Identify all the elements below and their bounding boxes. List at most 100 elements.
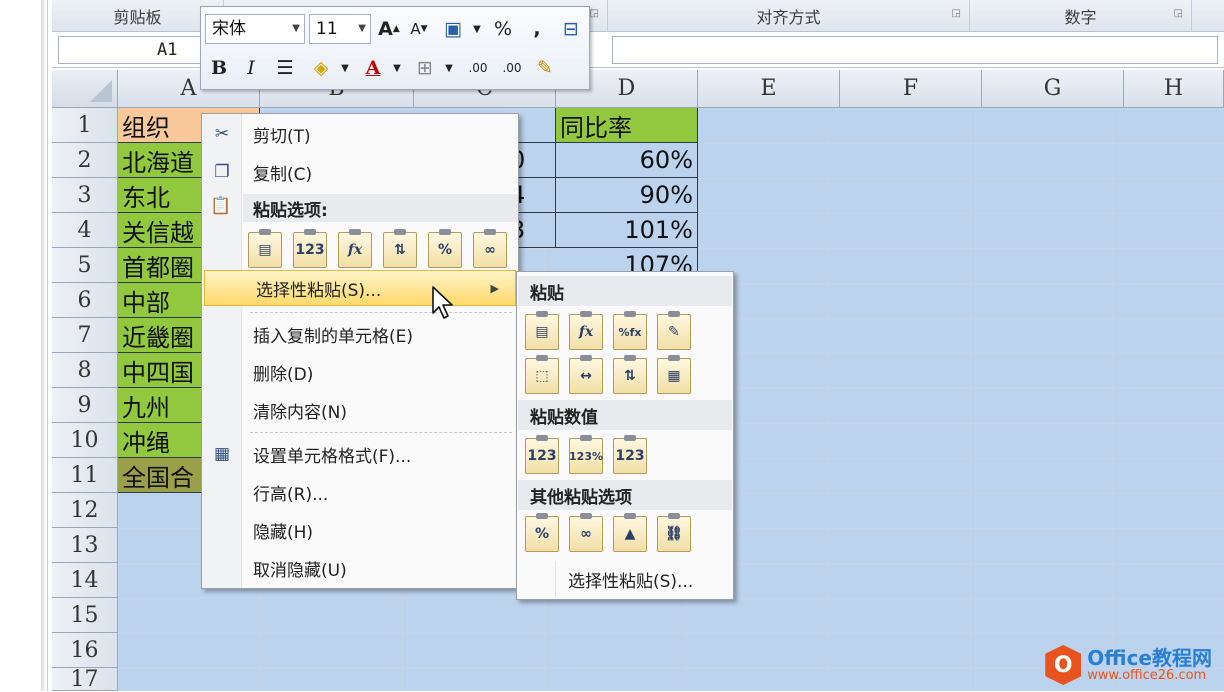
row-header[interactable]: 7 [52,318,118,353]
decrease-decimal-button[interactable]: .00 [497,53,527,83]
menu-item-clear-contents[interactable]: 清除内容(N) [202,392,518,428]
row-header[interactable]: 16 [52,633,118,668]
paste-formatting-button[interactable]: % [428,229,462,268]
menu-item-row-height-label: 行高(R)... [253,484,329,505]
paste-formulas-button[interactable]: fx [338,229,372,268]
chevron-down-icon[interactable]: ▼ [463,14,491,44]
italic-button[interactable]: I [237,53,265,83]
cell-d3[interactable]: 90% [556,178,698,213]
dialog-launcher-icon[interactable]: ◲ [1174,8,1183,19]
menu-separator [250,432,512,433]
paste-formulas-button[interactable]: fx [569,311,603,350]
submenu-other-header: 其他粘贴选项 [518,480,732,510]
row-header[interactable]: 10 [52,423,118,458]
ribbon-group-number[interactable]: 数字 ◲ [970,0,1192,31]
menu-item-delete[interactable]: 删除(D) [202,354,518,390]
menu-item-delete-label: 删除(D) [253,364,314,385]
format-painter-button[interactable]: ✎ [531,53,559,83]
mouse-pointer-icon [432,286,453,319]
column-header-f[interactable]: F [840,70,982,108]
menu-item-hide-label: 隐藏(H) [253,522,314,543]
select-all-button[interactable] [52,70,118,108]
formula-input[interactable] [612,36,1218,64]
submenu-paste-special-item[interactable]: 选择性粘贴(S)... [555,561,731,597]
cell-d2[interactable]: 60% [556,143,698,178]
row-header[interactable]: 11 [52,458,118,493]
row-header[interactable]: 4 [52,213,118,248]
row-header[interactable]: 17 [52,667,118,692]
font-name-value: 宋体 [212,19,246,39]
context-menu: ✂ 剪切(T) ❐ 复制(C) 📋 粘贴选项: ▤ 123 fx ⇅ % ∞ 选… [201,113,519,589]
keep-source-formatting-button[interactable]: ✎ [657,311,691,350]
paste-transpose-button[interactable]: ⇅ [383,229,417,268]
values-button[interactable]: 123 [525,435,559,474]
row-header[interactable]: 15 [52,598,118,633]
row-header[interactable]: 6 [52,283,118,318]
row-header[interactable]: 2 [52,143,118,178]
font-name-dropdown[interactable]: 宋体 ▼ [205,14,305,44]
no-borders-button[interactable]: ⬚ [525,355,559,394]
comma-style-button[interactable]: , [523,14,551,44]
increase-decimal-icon: .00 [468,61,488,75]
menu-item-cut[interactable]: ✂ 剪切(T) [202,116,518,152]
menu-item-paste-special[interactable]: 选择性粘贴(S)... ▶ [204,270,516,306]
align-center-icon: ☰ [276,57,294,79]
watermark-brand: Office教程网 [1087,645,1212,670]
row-header[interactable]: 5 [52,248,118,283]
cell-d4[interactable]: 101% [556,213,698,248]
menu-item-format-cells[interactable]: ▦ 设置单元格格式(F)... [202,436,518,472]
row-header[interactable]: 8 [52,353,118,388]
conditional-format-icon: ▦ [667,368,681,384]
grow-font-icon: A [378,18,393,40]
paste-button[interactable]: ▤ [248,229,282,268]
row-header[interactable]: 1 [52,108,118,143]
menu-item-row-height[interactable]: 行高(R)... [202,474,518,510]
ribbon-group-alignment[interactable]: 对齐方式 ◲ [608,0,970,31]
chevron-down-icon[interactable]: ▼ [383,53,411,83]
percent-style-button[interactable]: % [489,14,517,44]
column-header-h[interactable]: H [1124,70,1224,108]
keep-column-widths-button[interactable]: ↔ [569,355,603,394]
mini-toolbar: 宋体 ▼ 11 ▼ A ▲ A ▼ ▣ ▼ % , ⊟ B I ☰ ◈ ▼ A ▼ … [200,6,590,90]
paste-formulas-number-format-button[interactable]: %fx [613,311,647,350]
column-header-g[interactable]: G [982,70,1124,108]
menu-item-hide[interactable]: 隐藏(H) [202,512,518,548]
paste-all-button[interactable]: ▤ [525,311,559,350]
bold-button[interactable]: B [205,53,233,83]
increase-decimal-button[interactable]: .00 [463,53,493,83]
row-header[interactable]: 13 [52,528,118,563]
align-center-button[interactable]: ☰ [271,53,299,83]
row-header[interactable]: 3 [52,178,118,213]
shrink-font-button[interactable]: A ▼ [405,14,433,44]
dialog-launcher-icon[interactable]: ◲ [590,8,599,19]
paste-link-button[interactable]: ∞ [569,513,603,552]
cell-d1[interactable]: 同比率 [556,108,698,143]
transpose-button[interactable]: ⇅ [613,355,647,394]
merge-center-button[interactable]: ⊟ [557,14,585,44]
values-source-formatting-button[interactable]: 123 [613,435,647,474]
column-header-e[interactable]: E [698,70,840,108]
menu-item-copy[interactable]: ❐ 复制(C) [202,154,518,190]
chevron-down-icon[interactable]: ▼ [435,53,463,83]
font-size-dropdown[interactable]: 11 ▼ [309,14,371,44]
values-number-format-button[interactable]: 123% [569,435,603,474]
paintbrush-icon: ✎ [537,57,553,79]
transpose-icon: ⇅ [394,242,406,258]
ribbon-group-clipboard[interactable]: 剪贴板 ◲ [52,0,224,31]
dialog-launcher-icon[interactable]: ◲ [952,8,961,19]
linked-picture-button[interactable]: ⛓ [657,513,691,552]
menu-item-unhide[interactable]: 取消隐藏(U) [202,550,518,586]
row-header[interactable]: 14 [52,563,118,598]
grow-font-button[interactable]: A ▲ [375,14,403,44]
chevron-down-icon[interactable]: ▼ [331,53,359,83]
merge-conditional-formatting-button[interactable]: ▦ [657,355,691,394]
row-header[interactable]: 9 [52,388,118,423]
picture-button[interactable]: ▲ [613,513,647,552]
formatting-button[interactable]: % [525,513,559,552]
submenu-arrow-icon: ▶ [490,281,499,295]
currency-icon: ▣ [444,18,462,40]
paste-link-button[interactable]: ∞ [473,229,507,268]
paste-values-button[interactable]: 123 [293,229,327,268]
row-header[interactable]: 12 [52,493,118,528]
menu-item-insert-copied[interactable]: 插入复制的单元格(E) [202,316,518,352]
